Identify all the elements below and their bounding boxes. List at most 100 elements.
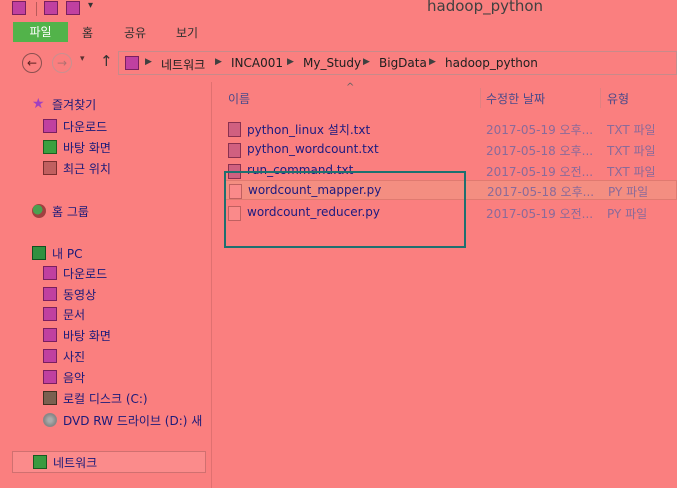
- tab-file[interactable]: 파일: [13, 22, 68, 42]
- column-divider[interactable]: [480, 88, 481, 108]
- nav-this-pc[interactable]: 내 PC: [32, 243, 82, 263]
- navigation-pane: ★ 즐겨찾기 다운로드 바탕 화면 최근 위치 홈 그룹 내 PC 다운로드 동…: [0, 82, 214, 488]
- toolbar-divider: [36, 2, 37, 16]
- nav-label: 바탕 화면: [63, 140, 111, 155]
- file-name: python_linux 설치.txt: [247, 123, 371, 137]
- nav-item-videos[interactable]: 동영상: [43, 284, 96, 304]
- forward-button[interactable]: →: [52, 53, 72, 73]
- nav-label: 다운로드: [63, 266, 108, 281]
- address-bar[interactable]: ▶ 네트워크 ▶ INCA001 ▶ My_Study ▶ BigData ▶ …: [118, 51, 677, 75]
- window-title: hadoop_python: [427, 0, 544, 15]
- highlight-annotation-box: [224, 171, 466, 248]
- documents-icon: [43, 307, 57, 321]
- tab-view[interactable]: 보기: [176, 24, 198, 41]
- nav-label: 음악: [63, 370, 86, 385]
- nav-item-pc-desktop[interactable]: 바탕 화면: [43, 325, 111, 345]
- nav-label: DVD RW 드라이브 (D:) 새: [63, 413, 203, 428]
- file-row[interactable]: python_linux 설치.txt 2017-05-19 오후... TXT…: [224, 119, 677, 139]
- file-type: TXT 파일: [607, 165, 656, 179]
- nav-favorites[interactable]: ★ 즐겨찾기: [32, 94, 96, 114]
- file-date: 2017-05-18 오후...: [486, 144, 594, 158]
- app-folder-icon[interactable]: [12, 1, 26, 15]
- back-button[interactable]: ←: [22, 53, 42, 73]
- downloads-icon: [43, 266, 57, 280]
- column-header-type[interactable]: 유형: [607, 90, 629, 107]
- chevron-right-icon[interactable]: ▶: [145, 57, 152, 67]
- nav-label: 다운로드: [63, 119, 108, 134]
- text-file-icon: [228, 122, 241, 137]
- nav-item-documents[interactable]: 문서: [43, 304, 85, 324]
- nav-item-desktop[interactable]: 바탕 화면: [43, 137, 111, 157]
- nav-label: 동영상: [63, 287, 97, 302]
- up-button[interactable]: ↑: [100, 52, 113, 70]
- tab-home[interactable]: 홈: [82, 24, 93, 41]
- videos-icon: [43, 287, 57, 301]
- properties-icon[interactable]: [44, 1, 58, 15]
- pane-splitter[interactable]: [211, 82, 212, 488]
- nav-label: 로컬 디스크 (C:): [63, 391, 148, 406]
- computer-icon: [32, 246, 46, 260]
- star-icon: ★: [32, 96, 45, 112]
- breadcrumb-hadoop-python[interactable]: hadoop_python: [445, 56, 538, 70]
- breadcrumb-bigdata[interactable]: BigData: [379, 56, 427, 70]
- nav-item-pc-downloads[interactable]: 다운로드: [43, 263, 107, 283]
- nav-homegroup[interactable]: 홈 그룹: [32, 201, 89, 221]
- nav-item-recent-places[interactable]: 최근 위치: [43, 158, 111, 178]
- homegroup-icon: [32, 204, 46, 218]
- file-date: 2017-05-19 오전...: [486, 165, 594, 179]
- nav-item-downloads[interactable]: 다운로드: [43, 116, 107, 136]
- file-type: PY 파일: [608, 185, 649, 199]
- chevron-right-icon[interactable]: ▶: [363, 57, 370, 67]
- nav-label: 문서: [63, 307, 86, 322]
- file-date: 2017-05-19 오전...: [486, 207, 594, 221]
- music-icon: [43, 370, 57, 384]
- recent-locations-icon[interactable]: ▾: [80, 54, 85, 64]
- nav-label: 내 PC: [52, 246, 83, 261]
- nav-label: 즐겨찾기: [52, 97, 97, 112]
- nav-item-dvd-drive[interactable]: DVD RW 드라이브 (D:) 새: [43, 410, 202, 430]
- nav-label: 바탕 화면: [63, 328, 111, 343]
- text-file-icon: [228, 143, 241, 158]
- nav-label: 홈 그룹: [52, 204, 89, 219]
- column-divider[interactable]: [600, 88, 601, 108]
- nav-item-local-disk[interactable]: 로컬 디스크 (C:): [43, 388, 148, 408]
- column-header-name[interactable]: 이름: [228, 90, 250, 107]
- file-date: 2017-05-18 오후...: [487, 185, 595, 199]
- downloads-icon: [43, 119, 57, 133]
- file-type: TXT 파일: [607, 123, 656, 137]
- nav-item-pictures[interactable]: 사진: [43, 346, 85, 366]
- recent-places-icon: [43, 161, 57, 175]
- folder-icon: [125, 56, 139, 70]
- chevron-right-icon[interactable]: ▶: [429, 57, 436, 67]
- file-row[interactable]: python_wordcount.txt 2017-05-18 오후... TX…: [224, 140, 677, 160]
- nav-label: 사진: [63, 349, 86, 364]
- navigation-bar: ← → ▾ ↑ ▶ 네트워크 ▶ INCA001 ▶ My_Study ▶ Bi…: [0, 48, 677, 78]
- ribbon: 파일 홈 공유 보기: [0, 20, 677, 44]
- breadcrumb-network[interactable]: 네트워크: [161, 56, 205, 73]
- pictures-icon: [43, 349, 57, 363]
- nav-network-item[interactable]: 네트워크: [33, 452, 97, 472]
- nav-label: 최근 위치: [63, 161, 111, 176]
- dvd-drive-icon: [43, 413, 57, 427]
- customize-toolbar-icon[interactable]: ▾: [88, 0, 93, 11]
- nav-item-music[interactable]: 음악: [43, 367, 85, 387]
- file-type: PY 파일: [607, 207, 648, 221]
- new-folder-icon[interactable]: [66, 1, 80, 15]
- file-date: 2017-05-19 오후...: [486, 123, 594, 137]
- column-header-date[interactable]: 수정한 날짜: [486, 90, 545, 107]
- title-bar: ▾ hadoop_python: [0, 0, 677, 18]
- breadcrumb-my-study[interactable]: My_Study: [303, 56, 361, 70]
- breadcrumb-inca001[interactable]: INCA001: [231, 56, 283, 70]
- tab-share[interactable]: 공유: [124, 24, 146, 41]
- hard-drive-icon: [43, 391, 57, 405]
- desktop-icon: [43, 328, 57, 342]
- file-name: python_wordcount.txt: [247, 142, 379, 156]
- chevron-right-icon[interactable]: ▶: [215, 57, 222, 67]
- chevron-right-icon[interactable]: ▶: [287, 57, 294, 67]
- file-type: TXT 파일: [607, 144, 656, 158]
- file-list: ^ 이름 수정한 날짜 유형 python_linux 설치.txt 2017-…: [214, 82, 677, 488]
- sort-ascending-icon: ^: [346, 82, 355, 93]
- network-icon: [33, 455, 47, 469]
- desktop-icon: [43, 140, 57, 154]
- nav-network[interactable]: 네트워크: [12, 451, 206, 473]
